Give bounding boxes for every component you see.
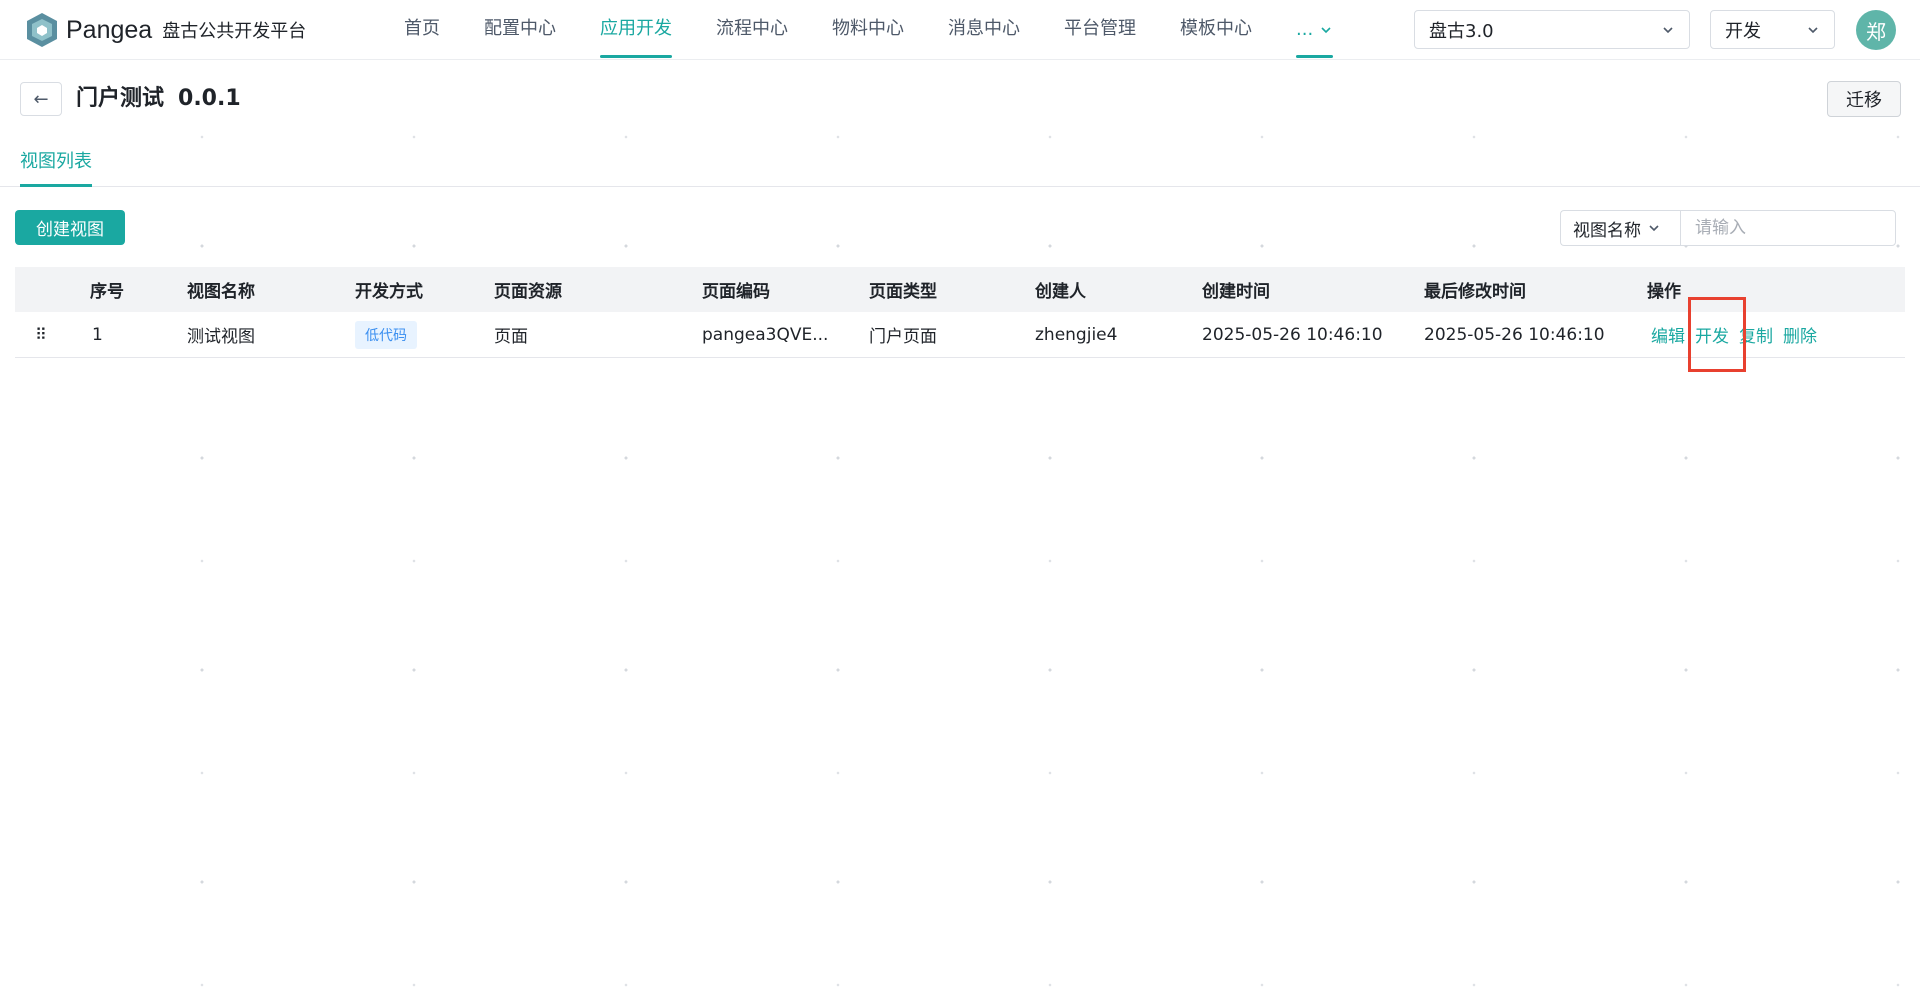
project-select[interactable]: 盘古3.0 [1414, 10, 1690, 49]
tab-bar: 视图列表 [0, 145, 1920, 187]
row-page-code: pangea3QVE... [702, 324, 829, 345]
row-modified-time: 2025-05-26 10:46:10 [1424, 324, 1605, 345]
nav-item-process-center[interactable]: 流程中心 [716, 0, 788, 60]
develop-link[interactable]: 开发 [1695, 322, 1729, 347]
column-header-page-type: 页面类型 [869, 282, 937, 302]
tab-view-list[interactable]: 视图列表 [20, 145, 92, 187]
column-header-modified-time: 最后修改时间 [1424, 282, 1526, 302]
row-actions: 编辑 开发 复制 删除 [1651, 312, 1817, 357]
row-view-name: 测试视图 [187, 327, 255, 347]
row-creator: zhengjie4 [1035, 324, 1118, 345]
column-header-index: 序号 [90, 282, 124, 302]
page-version: 0.0.1 [178, 86, 241, 111]
chevron-down-icon [1321, 27, 1331, 34]
column-header-page-code: 页面编码 [702, 282, 770, 302]
migrate-button[interactable]: 迁移 [1827, 81, 1901, 117]
nav-item-platform-admin[interactable]: 平台管理 [1064, 0, 1136, 60]
app-logo[interactable]: Pangea 盘古公共开发平台 [24, 11, 306, 49]
environment-select[interactable]: 开发 [1710, 10, 1835, 49]
top-navigation-bar: Pangea 盘古公共开发平台 首页 配置中心 应用开发 流程中心 物料中心 消… [0, 0, 1920, 60]
pangea-logo-icon [27, 13, 57, 47]
user-avatar[interactable]: 郑 [1856, 10, 1896, 50]
column-header-actions: 操作 [1647, 282, 1681, 302]
edit-link[interactable]: 编辑 [1651, 322, 1685, 347]
back-button[interactable]: ← [20, 82, 62, 116]
main-nav: 首页 配置中心 应用开发 流程中心 物料中心 消息中心 平台管理 模板中心 ..… [404, 0, 1377, 60]
nav-item-app-dev[interactable]: 应用开发 [600, 0, 672, 60]
table-header: 序号 视图名称 开发方式 页面资源 页面编码 页面类型 创建人 创建时间 最后修… [15, 267, 1905, 312]
row-dev-mode-cell: 低代码 [355, 312, 417, 357]
row-page-resource: 页面 [494, 327, 528, 347]
nav-more-label: ... [1296, 19, 1314, 40]
copy-link[interactable]: 复制 [1739, 322, 1773, 347]
table-row: ⠿ 1 测试视图 低代码 页面 pangea3QVE... 门户页面 zheng… [15, 312, 1905, 358]
chevron-down-icon [1808, 26, 1818, 33]
create-view-button[interactable]: 创建视图 [15, 210, 125, 245]
drag-handle-icon[interactable]: ⠿ [35, 312, 47, 357]
dev-mode-tag: 低代码 [355, 320, 417, 349]
search-field-label: 视图名称 [1573, 220, 1641, 241]
nav-item-message-center[interactable]: 消息中心 [948, 0, 1020, 60]
nav-item-material-center[interactable]: 物料中心 [832, 0, 904, 60]
row-page-type: 门户页面 [869, 327, 937, 347]
row-created-time: 2025-05-26 10:46:10 [1202, 324, 1383, 345]
search-input[interactable] [1680, 210, 1896, 246]
background-pattern [0, 60, 1920, 989]
logo-name: Pangea [66, 15, 153, 44]
delete-link[interactable]: 删除 [1783, 322, 1817, 347]
chevron-down-icon [1649, 225, 1659, 232]
view-table: 序号 视图名称 开发方式 页面资源 页面编码 页面类型 创建人 创建时间 最后修… [15, 267, 1905, 358]
page-title: 门户测试 0.0.1 [76, 82, 241, 116]
column-header-view-name: 视图名称 [187, 282, 255, 302]
search-field-select[interactable]: 视图名称 [1560, 210, 1680, 246]
row-page-code-cell: pangea3QVE... [702, 312, 828, 357]
column-header-dev-mode: 开发方式 [355, 282, 423, 302]
column-header-created-time: 创建时间 [1202, 282, 1270, 302]
platform-name: 盘古公共开发平台 [162, 21, 307, 42]
chevron-down-icon [1663, 26, 1673, 33]
nav-more-menu[interactable]: ... [1296, 0, 1334, 60]
page-title-text: 门户测试 [76, 86, 165, 111]
row-index: 1 [92, 324, 103, 345]
nav-item-home[interactable]: 首页 [404, 0, 440, 60]
back-arrow-icon: ← [33, 88, 49, 110]
nav-item-config-center[interactable]: 配置中心 [484, 0, 556, 60]
environment-select-value: 开发 [1725, 20, 1761, 42]
column-header-creator: 创建人 [1035, 282, 1086, 302]
column-header-page-resource: 页面资源 [494, 282, 562, 302]
search-group: 视图名称 [1560, 210, 1896, 246]
nav-item-template-center[interactable]: 模板中心 [1180, 0, 1252, 60]
project-select-value: 盘古3.0 [1429, 20, 1494, 42]
